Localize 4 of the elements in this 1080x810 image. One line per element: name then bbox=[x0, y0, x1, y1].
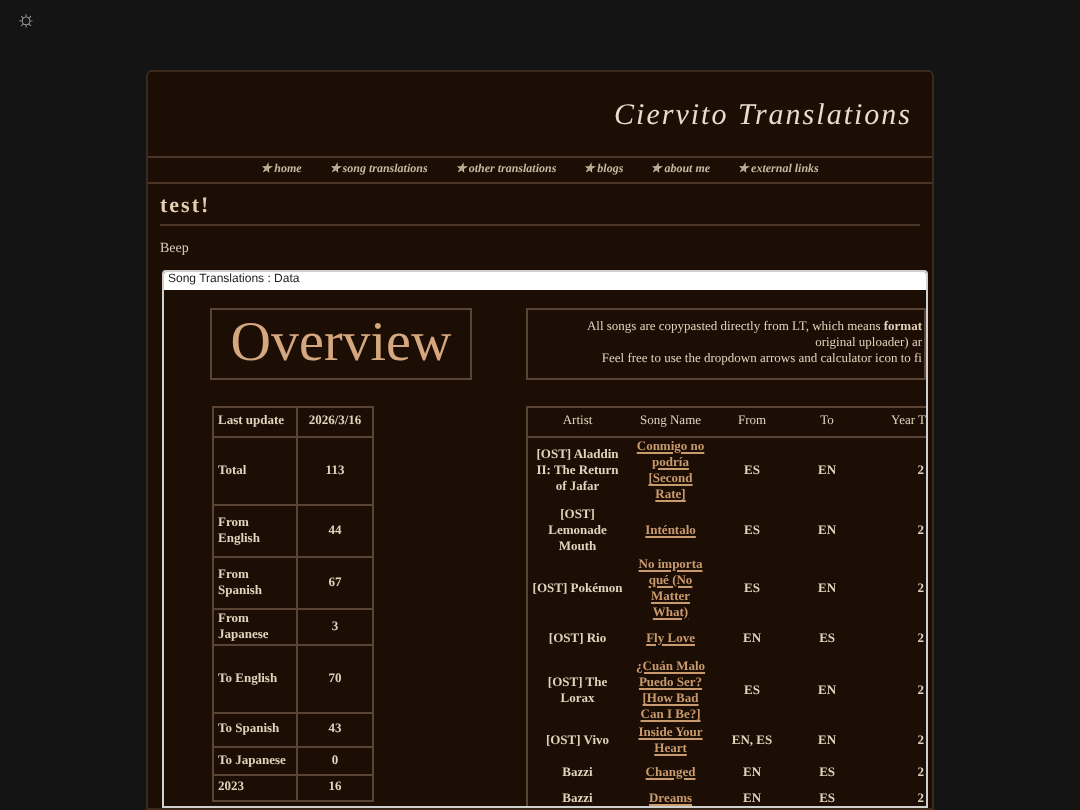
overview-heading: Overview bbox=[210, 308, 472, 380]
site-title: Ciervito Translations bbox=[614, 97, 912, 136]
post-title: test! bbox=[160, 192, 920, 226]
sun-icon[interactable]: ☼ bbox=[16, 10, 37, 32]
